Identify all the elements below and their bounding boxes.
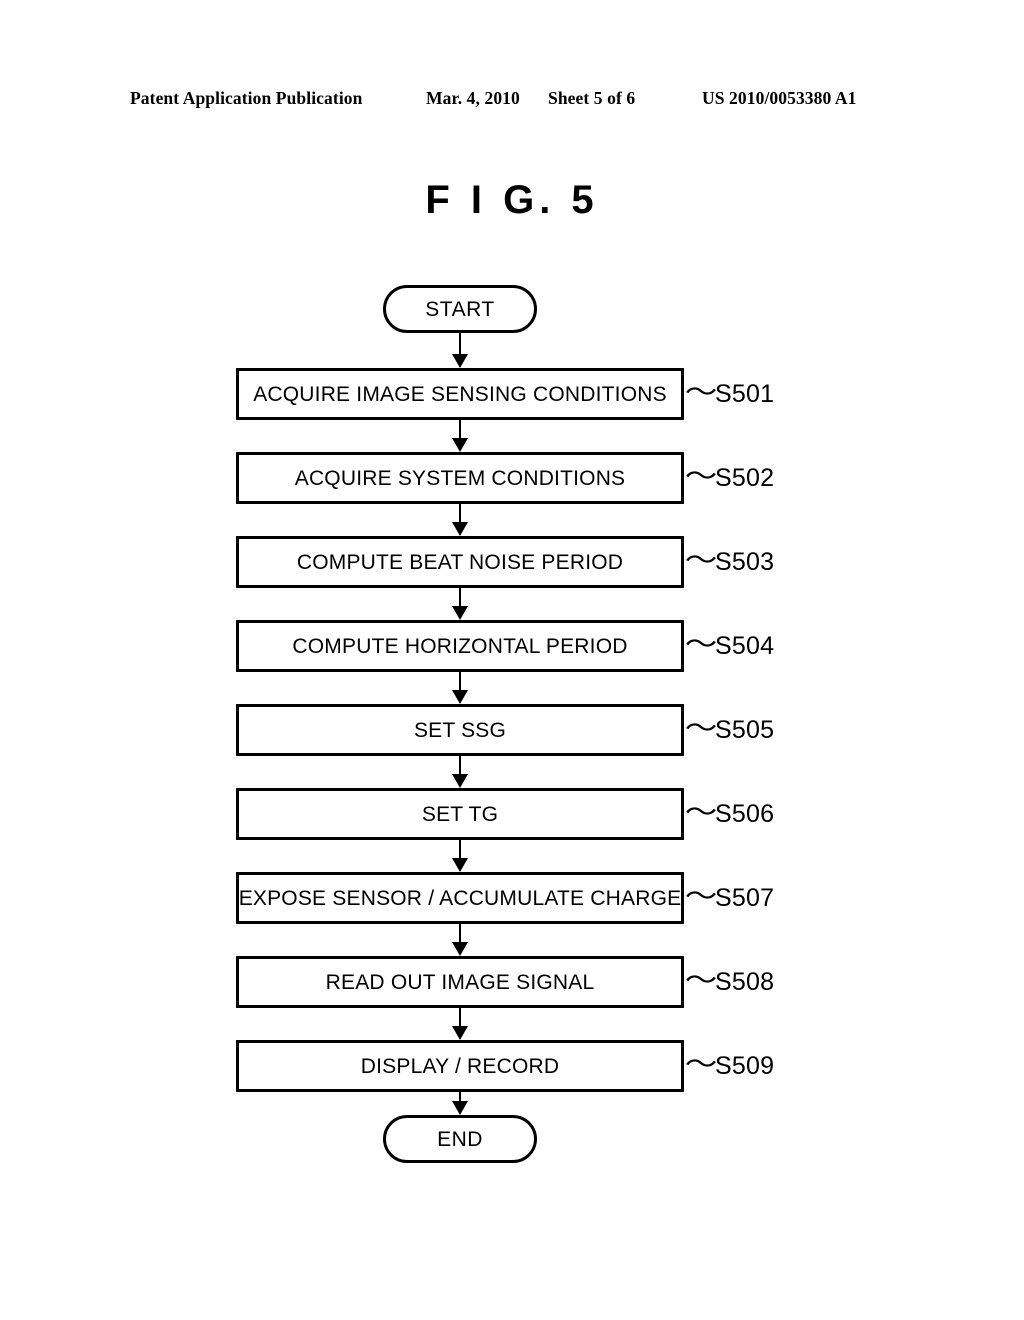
flow-step-reference: 〜 S503 [684, 536, 775, 588]
flow-connector [459, 588, 461, 608]
flow-step-id: S509 [715, 1051, 775, 1080]
leader-tilde-icon: 〜 [684, 461, 718, 491]
flow-terminal-end: END [383, 1115, 537, 1163]
flow-connector [459, 333, 461, 356]
flow-connector [459, 672, 461, 692]
flow-step-label: DISPLAY / RECORD [360, 1054, 560, 1078]
flow-step-label: ACQUIRE SYSTEM CONDITIONS [294, 466, 626, 490]
flow-connector [459, 840, 461, 860]
flow-step-id: S501 [715, 379, 775, 408]
flow-step-reference: 〜 S508 [684, 956, 775, 1008]
leader-tilde-icon: 〜 [684, 1049, 718, 1079]
flow-connector [459, 420, 461, 440]
flow-arrowhead [452, 354, 468, 368]
flowchart: START ACQUIRE IMAGE SENSING CONDITIONS 〜 S… [0, 0, 1024, 1320]
flow-step-label: EXPOSE SENSOR / ACCUMULATE CHARGE [238, 886, 682, 910]
patent-figure-page: Patent Application Publication Mar. 4, 2… [0, 0, 1024, 1320]
flow-step-box: COMPUTE HORIZONTAL PERIOD [236, 620, 684, 672]
flow-step-id: S507 [715, 883, 775, 912]
leader-tilde-icon: 〜 [684, 377, 718, 407]
flow-arrowhead [452, 690, 468, 704]
flow-step-reference: 〜 S505 [684, 704, 775, 756]
flow-terminal-end-label: END [437, 1127, 483, 1151]
flow-step-label: READ OUT IMAGE SIGNAL [325, 970, 595, 994]
flow-connector [459, 1008, 461, 1028]
flow-step-reference: 〜 S504 [684, 620, 775, 672]
flow-step-reference: 〜 S509 [684, 1040, 775, 1092]
flow-step-label: ACQUIRE IMAGE SENSING CONDITIONS [253, 382, 667, 406]
flow-step-box: READ OUT IMAGE SIGNAL [236, 956, 684, 1008]
flow-step-label: SET SSG [413, 718, 507, 742]
flow-terminal-start: START [383, 285, 537, 333]
flow-step-box: SET SSG [236, 704, 684, 756]
flow-terminal-start-label: START [425, 297, 495, 321]
flow-arrowhead [452, 774, 468, 788]
leader-tilde-icon: 〜 [684, 797, 718, 827]
flow-step-id: S505 [715, 715, 775, 744]
flow-step-box: EXPOSE SENSOR / ACCUMULATE CHARGE [236, 872, 684, 924]
flow-arrowhead [452, 942, 468, 956]
flow-connector [459, 924, 461, 944]
flow-arrowhead [452, 522, 468, 536]
flow-step-label: SET TG [421, 802, 499, 826]
flow-step-box: DISPLAY / RECORD [236, 1040, 684, 1092]
flow-step-id: S506 [715, 799, 775, 828]
flow-arrowhead [452, 606, 468, 620]
flow-step-reference: 〜 S507 [684, 872, 775, 924]
flow-step-box: SET TG [236, 788, 684, 840]
flow-connector [459, 504, 461, 524]
leader-tilde-icon: 〜 [684, 881, 718, 911]
flow-arrowhead [452, 438, 468, 452]
flow-connector [459, 756, 461, 776]
flow-arrowhead [452, 1026, 468, 1040]
flow-step-box: COMPUTE BEAT NOISE PERIOD [236, 536, 684, 588]
flow-step-box: ACQUIRE IMAGE SENSING CONDITIONS [236, 368, 684, 420]
flow-step-label: COMPUTE HORIZONTAL PERIOD [292, 634, 628, 658]
leader-tilde-icon: 〜 [684, 713, 718, 743]
flow-step-reference: 〜 S501 [684, 368, 775, 420]
flow-step-reference: 〜 S502 [684, 452, 775, 504]
flow-step-id: S504 [715, 631, 775, 660]
flow-step-id: S508 [715, 967, 775, 996]
flow-step-id: S502 [715, 463, 775, 492]
flow-step-reference: 〜 S506 [684, 788, 775, 840]
leader-tilde-icon: 〜 [684, 629, 718, 659]
flow-arrowhead [452, 858, 468, 872]
flow-step-box: ACQUIRE SYSTEM CONDITIONS [236, 452, 684, 504]
flow-arrowhead [452, 1101, 468, 1115]
leader-tilde-icon: 〜 [684, 965, 718, 995]
flow-step-label: COMPUTE BEAT NOISE PERIOD [296, 550, 624, 574]
leader-tilde-icon: 〜 [684, 545, 718, 575]
flow-step-id: S503 [715, 547, 775, 576]
